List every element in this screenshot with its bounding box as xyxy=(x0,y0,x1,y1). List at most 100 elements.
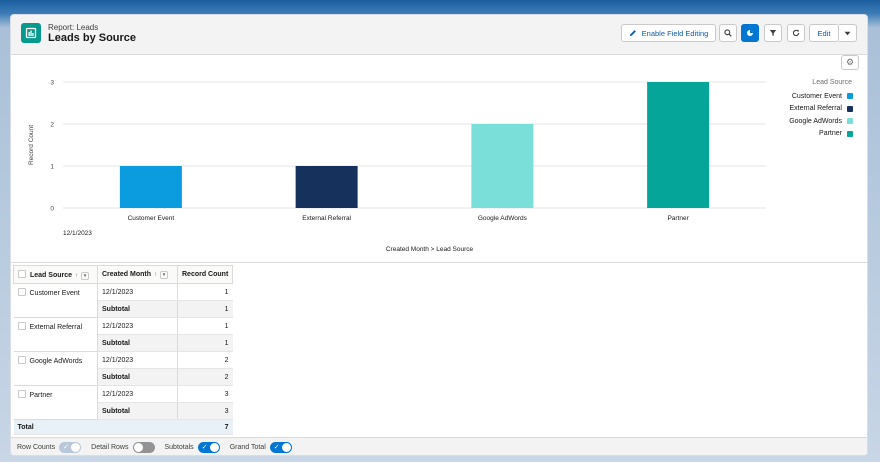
legend-item[interactable]: Partner xyxy=(781,128,853,141)
x-tick-label: Customer Event xyxy=(128,215,175,222)
grand-total-toggle-group: Grand Total ✓ xyxy=(230,442,292,453)
column-header-created-month[interactable]: Created Month ↑ ▾ xyxy=(97,265,178,284)
subtotal-label: Subtotal xyxy=(97,334,178,352)
grand-total-toggle[interactable]: ✓ xyxy=(269,442,292,453)
pencil-icon xyxy=(629,30,636,36)
bar xyxy=(119,166,182,208)
lead-source-cell: Customer Event xyxy=(13,283,98,318)
edit-button[interactable]: Edit xyxy=(809,24,839,42)
legend-swatch xyxy=(847,93,853,100)
search-button[interactable] xyxy=(719,24,737,42)
legend-label: Customer Event xyxy=(791,92,842,100)
column-header-lead-source[interactable]: Lead Source ↑ ▾ xyxy=(13,265,98,284)
y-axis-label: Record Count xyxy=(28,125,35,165)
x-axis-label: Created Month > Lead Source xyxy=(386,246,474,253)
y-tick-label: 1 xyxy=(50,164,54,171)
subtotal-value: 2 xyxy=(177,368,233,386)
legend-swatch xyxy=(847,118,853,125)
row-checkbox[interactable] xyxy=(17,356,26,364)
row-checkbox[interactable] xyxy=(17,390,26,398)
check-icon: ✓ xyxy=(273,444,280,451)
subtotal-value: 1 xyxy=(177,334,233,352)
subtotal-value: 3 xyxy=(177,402,233,420)
total-value: 7 xyxy=(177,419,233,435)
summary-table: Lead Source ↑ ▾ Created Month ↑ ▾ Record Cou… xyxy=(13,265,233,435)
record-count-cell: 1 xyxy=(177,283,233,301)
subtotal-value: 1 xyxy=(177,300,233,318)
row-counts-toggle-group: Row Counts ✓ xyxy=(17,442,82,453)
record-count-cell: 1 xyxy=(177,317,233,335)
detail-rows-toggle-group: Detail Rows xyxy=(91,442,155,453)
subtotals-toggle-group: Subtotals ✓ xyxy=(165,442,220,453)
legend-swatch xyxy=(847,105,853,112)
y-tick-label: 2 xyxy=(50,122,54,129)
sort-icon[interactable]: ↑ xyxy=(75,273,78,279)
legend-label: External Referral xyxy=(789,105,842,113)
sort-icon[interactable]: ↑ xyxy=(154,272,157,278)
record-count-cell: 2 xyxy=(177,351,233,369)
table-row: External Referral 12/1/2023 1 xyxy=(13,317,233,352)
check-icon: ✓ xyxy=(201,444,208,451)
legend-label: Google AdWords xyxy=(789,117,842,125)
search-icon xyxy=(724,29,732,37)
subtotal-label: Subtotal xyxy=(97,368,178,386)
legend-label: Partner xyxy=(819,130,842,138)
row-checkbox[interactable] xyxy=(17,322,26,330)
more-actions-button[interactable] xyxy=(839,24,857,42)
total-label: Total xyxy=(13,419,178,435)
chevron-down-icon xyxy=(844,31,851,35)
report-panel: Report: Leads Leads by Source Enable Fie… xyxy=(10,14,868,456)
bar xyxy=(647,82,710,208)
row-checkbox[interactable] xyxy=(17,288,26,296)
chart-toggle-button[interactable] xyxy=(741,24,759,42)
report-footer: Row Counts ✓ Detail Rows Subtotals ✓ Gra… xyxy=(11,437,867,455)
bar xyxy=(471,124,534,208)
row-counts-toggle[interactable]: ✓ xyxy=(59,442,82,453)
table-row: Partner 12/1/2023 3 xyxy=(13,385,233,420)
y-tick-label: 0 xyxy=(50,206,54,213)
table-row: Google AdWords 12/1/2023 2 xyxy=(13,351,233,386)
column-menu-icon[interactable]: ▾ xyxy=(160,270,168,279)
record-count-cell: 3 xyxy=(177,385,233,403)
chart-legend: Lead Source Customer Event External Refer… xyxy=(781,79,853,140)
enable-field-editing-label: Enable Field Editing xyxy=(641,28,709,38)
filter-button[interactable] xyxy=(764,24,782,42)
bar xyxy=(295,166,358,208)
check-icon: ✓ xyxy=(63,444,70,451)
subtotals-label: Subtotals xyxy=(164,444,194,451)
report-type-label: Report: Leads xyxy=(48,23,99,32)
row-counts-label: Row Counts xyxy=(17,444,56,451)
page-title: Leads by Source xyxy=(48,32,137,44)
refresh-button[interactable] xyxy=(787,24,805,42)
created-month-cell: 12/1/2023 xyxy=(97,317,178,335)
legend-item[interactable]: Google AdWords xyxy=(781,115,853,128)
legend-item[interactable]: External Referral xyxy=(781,103,853,116)
total-row: Total 7 xyxy=(13,419,233,435)
report-icon xyxy=(21,23,41,43)
created-month-cell: 12/1/2023 xyxy=(97,351,178,369)
detail-rows-label: Detail Rows xyxy=(91,444,129,451)
column-header-record-count[interactable]: Record Count xyxy=(177,265,233,284)
lead-source-cell: Partner xyxy=(13,385,98,420)
bar-chart: 0 1 2 3 Record Count Customer Event External R… xyxy=(28,80,766,253)
grand-total-label: Grand Total xyxy=(229,444,266,451)
lead-source-cell: Google AdWords xyxy=(13,351,98,386)
y-tick-label: 3 xyxy=(50,80,54,87)
refresh-icon xyxy=(792,29,800,37)
enable-field-editing-button[interactable]: Enable Field Editing xyxy=(621,24,716,42)
legend-title: Lead Source xyxy=(812,79,852,86)
chart-area: ⚙ 0 1 2 3 Record Count Customer Event External… xyxy=(11,55,867,263)
x-tick-label: Google AdWords xyxy=(478,215,528,222)
legend-item[interactable]: Customer Event xyxy=(781,90,853,103)
select-all-checkbox[interactable] xyxy=(18,269,26,278)
subtotal-label: Subtotal xyxy=(97,402,178,420)
column-menu-icon[interactable]: ▾ xyxy=(81,271,90,280)
x-tick-label: External Referral xyxy=(302,215,351,222)
detail-rows-toggle[interactable] xyxy=(132,442,155,453)
lead-source-cell: External Referral xyxy=(13,317,98,352)
legend-swatch xyxy=(847,130,853,137)
filter-icon xyxy=(769,30,777,36)
chart-icon xyxy=(747,30,753,36)
subtotals-toggle[interactable]: ✓ xyxy=(197,442,220,453)
table-row: Customer Event 12/1/2023 1 xyxy=(13,283,233,318)
